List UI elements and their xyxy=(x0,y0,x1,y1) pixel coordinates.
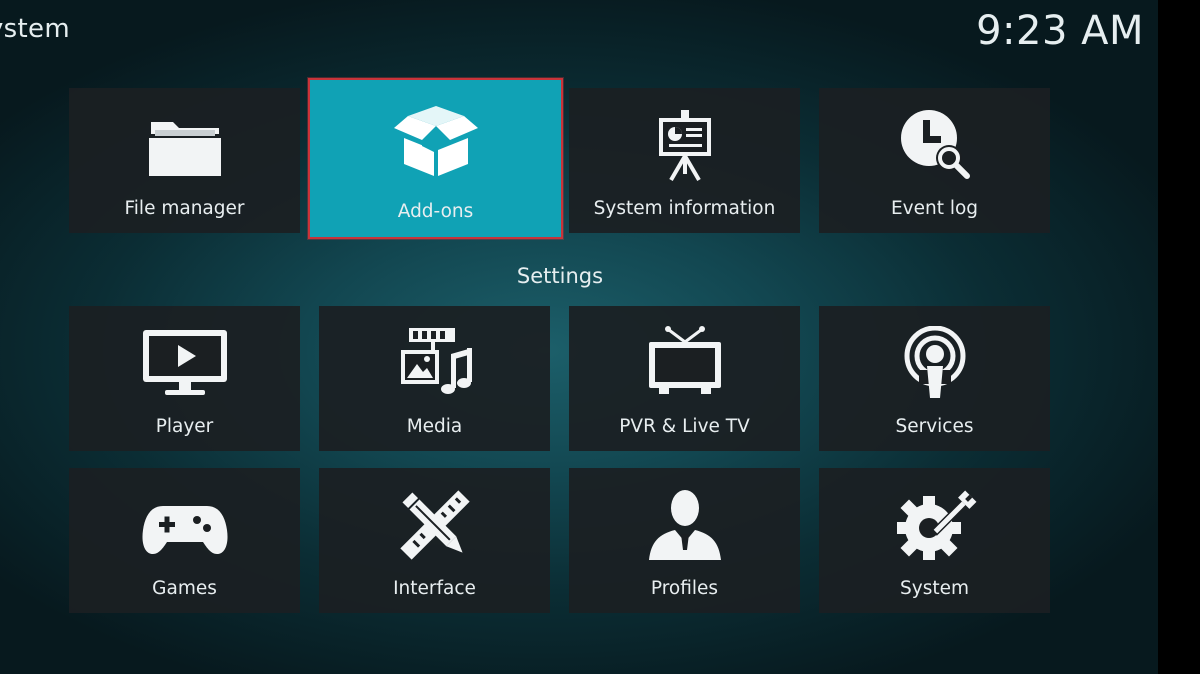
interface-tile[interactable]: Interface xyxy=(319,468,550,613)
folder-icon xyxy=(135,108,235,182)
gamepad-icon xyxy=(135,488,235,562)
tile-label: Services xyxy=(895,416,974,437)
media-tile[interactable]: Media xyxy=(319,306,550,451)
system-information-tile[interactable]: System information xyxy=(569,88,800,233)
add-ons-tile[interactable]: Add-ons xyxy=(308,78,563,239)
services-tile[interactable]: Services xyxy=(819,306,1050,451)
media-film-music-icon xyxy=(385,326,485,400)
pencil-ruler-icon xyxy=(385,488,485,562)
person-silhouette-icon xyxy=(635,488,735,562)
games-tile[interactable]: Games xyxy=(69,468,300,613)
tile-label: Add-ons xyxy=(397,201,474,222)
tile-label: System xyxy=(900,578,969,599)
broadcast-podcast-icon xyxy=(885,326,985,400)
system-tile[interactable]: System xyxy=(819,468,1050,613)
window-title: ystem xyxy=(0,14,70,44)
clock: 9:23 AM xyxy=(976,8,1144,54)
file-manager-tile[interactable]: File manager xyxy=(69,88,300,233)
right-black-bar xyxy=(1158,0,1200,674)
pvr-live-tv-tile[interactable]: PVR & Live TV xyxy=(569,306,800,451)
tv-antenna-icon xyxy=(635,326,735,400)
presentation-board-icon xyxy=(635,108,735,182)
gear-wrench-icon xyxy=(885,488,985,562)
tile-label: File manager xyxy=(124,198,245,219)
tile-label: Interface xyxy=(393,578,476,599)
settings-heading: Settings xyxy=(516,264,604,288)
tile-label: Games xyxy=(152,578,217,599)
tile-label: PVR & Live TV xyxy=(619,416,750,437)
tile-label: Player xyxy=(155,416,214,437)
tile-label: Media xyxy=(406,416,463,437)
profiles-tile[interactable]: Profiles xyxy=(569,468,800,613)
tile-label: System information xyxy=(593,198,776,219)
kodi-system-screen: ystem 9:23 AM File manager Add-ons xyxy=(0,0,1158,674)
clock-search-icon xyxy=(885,108,985,182)
player-tile[interactable]: Player xyxy=(69,306,300,451)
event-log-tile[interactable]: Event log xyxy=(819,88,1050,233)
tile-label: Profiles xyxy=(650,578,719,599)
tile-label: Event log xyxy=(890,198,979,219)
open-box-icon xyxy=(386,102,486,176)
monitor-play-icon xyxy=(135,326,235,400)
